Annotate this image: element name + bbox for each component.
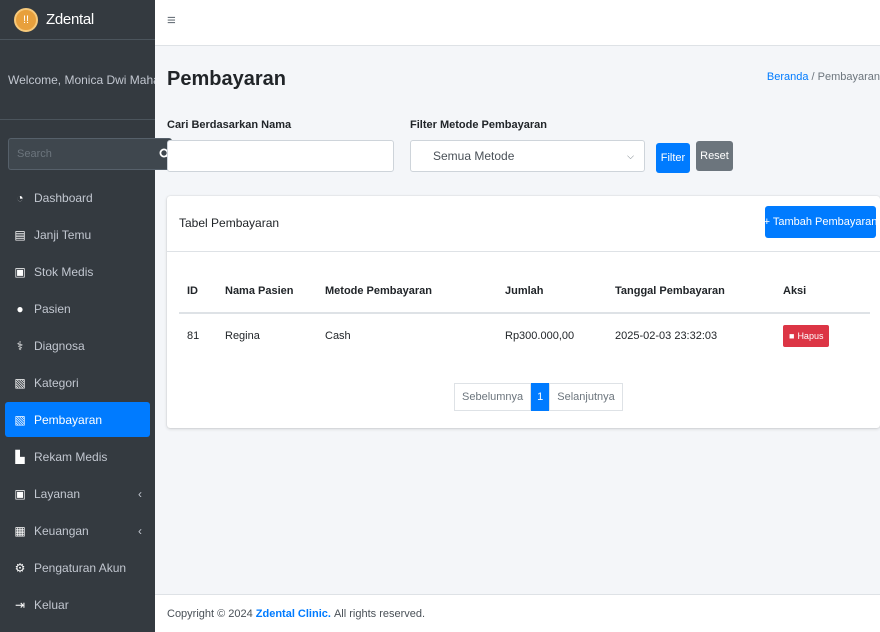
service-icon: ▣ (14, 486, 26, 501)
sidebar: !! Zdental Welcome, Monica Dwi Maharan ◔… (0, 0, 172, 632)
card-title: Tabel Pembayaran (179, 216, 280, 230)
user-panel[interactable]: Welcome, Monica Dwi Maharan (0, 40, 155, 120)
sidebar-item-keuangan[interactable]: ▦ Keuangan ‹ (5, 513, 150, 548)
money-icon: ▦ (14, 523, 26, 538)
sidebar-item-label: Diagnosa (34, 338, 85, 353)
chevron-down-icon: ⌵ (627, 151, 634, 161)
sidebar-item-rekam-medis[interactable]: ▙ Rekam Medis (5, 439, 150, 474)
method-filter-value: Semua Metode (433, 149, 515, 163)
sidebar-search (8, 138, 172, 170)
sidebar-item-keluar[interactable]: ⇥ Keluar (5, 587, 150, 622)
table-row: 81 Regina Cash Rp300.000,00 2025-02-03 2… (179, 312, 870, 357)
footer-brand-link[interactable]: Zdental Clinic. (256, 608, 331, 620)
sidebar-item-dashboard[interactable]: ◔ Dashboard (5, 180, 150, 215)
pagination-prev[interactable]: Sebelumnya (454, 383, 532, 411)
sidebar-item-label: Keluar (34, 597, 69, 612)
users-cog-icon: ⚙ (14, 560, 26, 575)
column-header-tanggal[interactable]: Tanggal Pembayaran (607, 269, 775, 314)
medicine-icon: ▣ (14, 264, 26, 279)
brand[interactable]: !! Zdental (0, 0, 155, 40)
logout-icon: ⇥ (14, 597, 26, 612)
name-search-input[interactable] (167, 140, 394, 172)
footer-copyright: Copyright © 2024 (167, 607, 253, 620)
cell-id: 81 (179, 312, 217, 357)
sidebar-item-diagnosa[interactable]: ⚕ Diagnosa (5, 328, 150, 363)
sidebar-item-kategori[interactable]: ▧ Kategori (5, 365, 150, 400)
sidebar-item-janji-temu[interactable]: ▤ Janji Temu (5, 217, 150, 252)
main-content: Pembayaran Beranda / Pembayaran Cari Ber… (155, 46, 880, 594)
add-payment-button[interactable]: + Tambah Pembayaran (764, 206, 877, 238)
name-search-label: Cari Berdasarkan Nama (167, 119, 292, 131)
breadcrumb-current: Pembayaran (817, 71, 880, 83)
file-icon: ▙ (15, 449, 25, 464)
payment-table: ID Nama Pasien Metode Pembayaran Jumlah … (179, 269, 870, 357)
top-navbar: ≡ (155, 0, 880, 46)
pagination-page-1[interactable]: 1 (531, 383, 550, 411)
chevron-left-icon: ‹ (138, 486, 142, 501)
calendar-icon: ▤ (14, 227, 26, 242)
cell-tanggal: 2025-02-03 23:32:03 (607, 312, 775, 357)
breadcrumb-separator: / (808, 71, 818, 83)
sidebar-item-stok-medis[interactable]: ▣ Stok Medis (5, 254, 150, 289)
cell-aksi: ■ Hapus (775, 312, 870, 357)
breadcrumb-home-link[interactable]: Beranda (767, 71, 809, 83)
footer: Copyright © 2024 Zdental Clinic. All rig… (155, 594, 880, 632)
method-filter-select[interactable]: Semua Metode ⌵ (410, 140, 645, 172)
menu-toggle-icon[interactable]: ≡ (167, 12, 176, 29)
payment-icon: ▧ (14, 412, 26, 427)
cell-jumlah: Rp300.000,00 (497, 312, 607, 357)
sidebar-item-label: Dashboard (34, 190, 93, 205)
column-header-jumlah[interactable]: Jumlah (497, 269, 607, 314)
method-filter-label: Filter Metode Pembayaran (410, 119, 547, 131)
sidebar-item-label: Keuangan (34, 523, 89, 538)
dashboard-icon: ◔ (16, 190, 24, 205)
column-header-id[interactable]: ID (179, 269, 217, 314)
sidebar-item-label: Layanan (34, 486, 81, 501)
welcome-text[interactable]: Welcome, Monica Dwi Maharan (8, 73, 155, 87)
sidebar-item-label: Stok Medis (34, 264, 94, 279)
sidebar-item-layanan[interactable]: ▣ Layanan ‹ (5, 476, 150, 511)
sidebar-item-pengaturan-akun[interactable]: ⚙ Pengaturan Akun (5, 550, 150, 585)
brand-logo-icon: !! (14, 7, 38, 32)
user-icon: ● (16, 301, 24, 316)
delete-button[interactable]: ■ Hapus (783, 324, 830, 347)
card-header: Tabel Pembayaran + Tambah Pembayaran (167, 196, 880, 252)
payment-table-card: Tabel Pembayaran + Tambah Pembayaran ID … (167, 196, 880, 428)
reset-button[interactable]: Reset (696, 141, 733, 171)
brand-name: Zdental (46, 11, 94, 28)
breadcrumb: Beranda / Pembayaran (767, 71, 880, 83)
column-header-aksi[interactable]: Aksi (775, 269, 870, 314)
sidebar-item-label: Janji Temu (34, 227, 92, 242)
pagination: Sebelumnya 1 Selanjutnya (454, 383, 623, 411)
sidebar-item-label: Kategori (34, 375, 79, 390)
sidebar-item-label: Pengaturan Akun (34, 560, 127, 575)
trash-icon: ■ (789, 330, 795, 341)
sidebar-item-pasien[interactable]: ● Pasien (5, 291, 150, 326)
stethoscope-icon: ⚕ (16, 338, 24, 353)
page-title: Pembayaran (167, 68, 286, 90)
sidebar-nav: ◔ Dashboard ▤ Janji Temu ▣ Stok Medis ● Pasien ⚕… (0, 180, 155, 622)
pagination-next[interactable]: Selanjutnya (549, 383, 623, 411)
category-icon: ▧ (14, 375, 26, 390)
column-header-nama-pasien[interactable]: Nama Pasien (217, 269, 317, 314)
delete-button-label: Hapus (797, 330, 824, 341)
sidebar-item-label: Rekam Medis (34, 449, 108, 464)
sidebar-search-input[interactable] (8, 138, 159, 170)
sidebar-item-pembayaran[interactable]: ▧ Pembayaran (5, 402, 150, 437)
cell-nama-pasien: Regina (217, 312, 317, 357)
sidebar-item-label: Pembayaran (34, 412, 103, 427)
chevron-left-icon: ‹ (138, 523, 142, 538)
column-header-metode[interactable]: Metode Pembayaran (317, 269, 497, 314)
table-header-row: ID Nama Pasien Metode Pembayaran Jumlah … (179, 269, 870, 314)
cell-metode: Cash (317, 312, 497, 357)
filter-button[interactable]: Filter (656, 143, 690, 173)
sidebar-item-label: Pasien (34, 301, 71, 316)
footer-rights: All rights reserved. (333, 607, 426, 620)
